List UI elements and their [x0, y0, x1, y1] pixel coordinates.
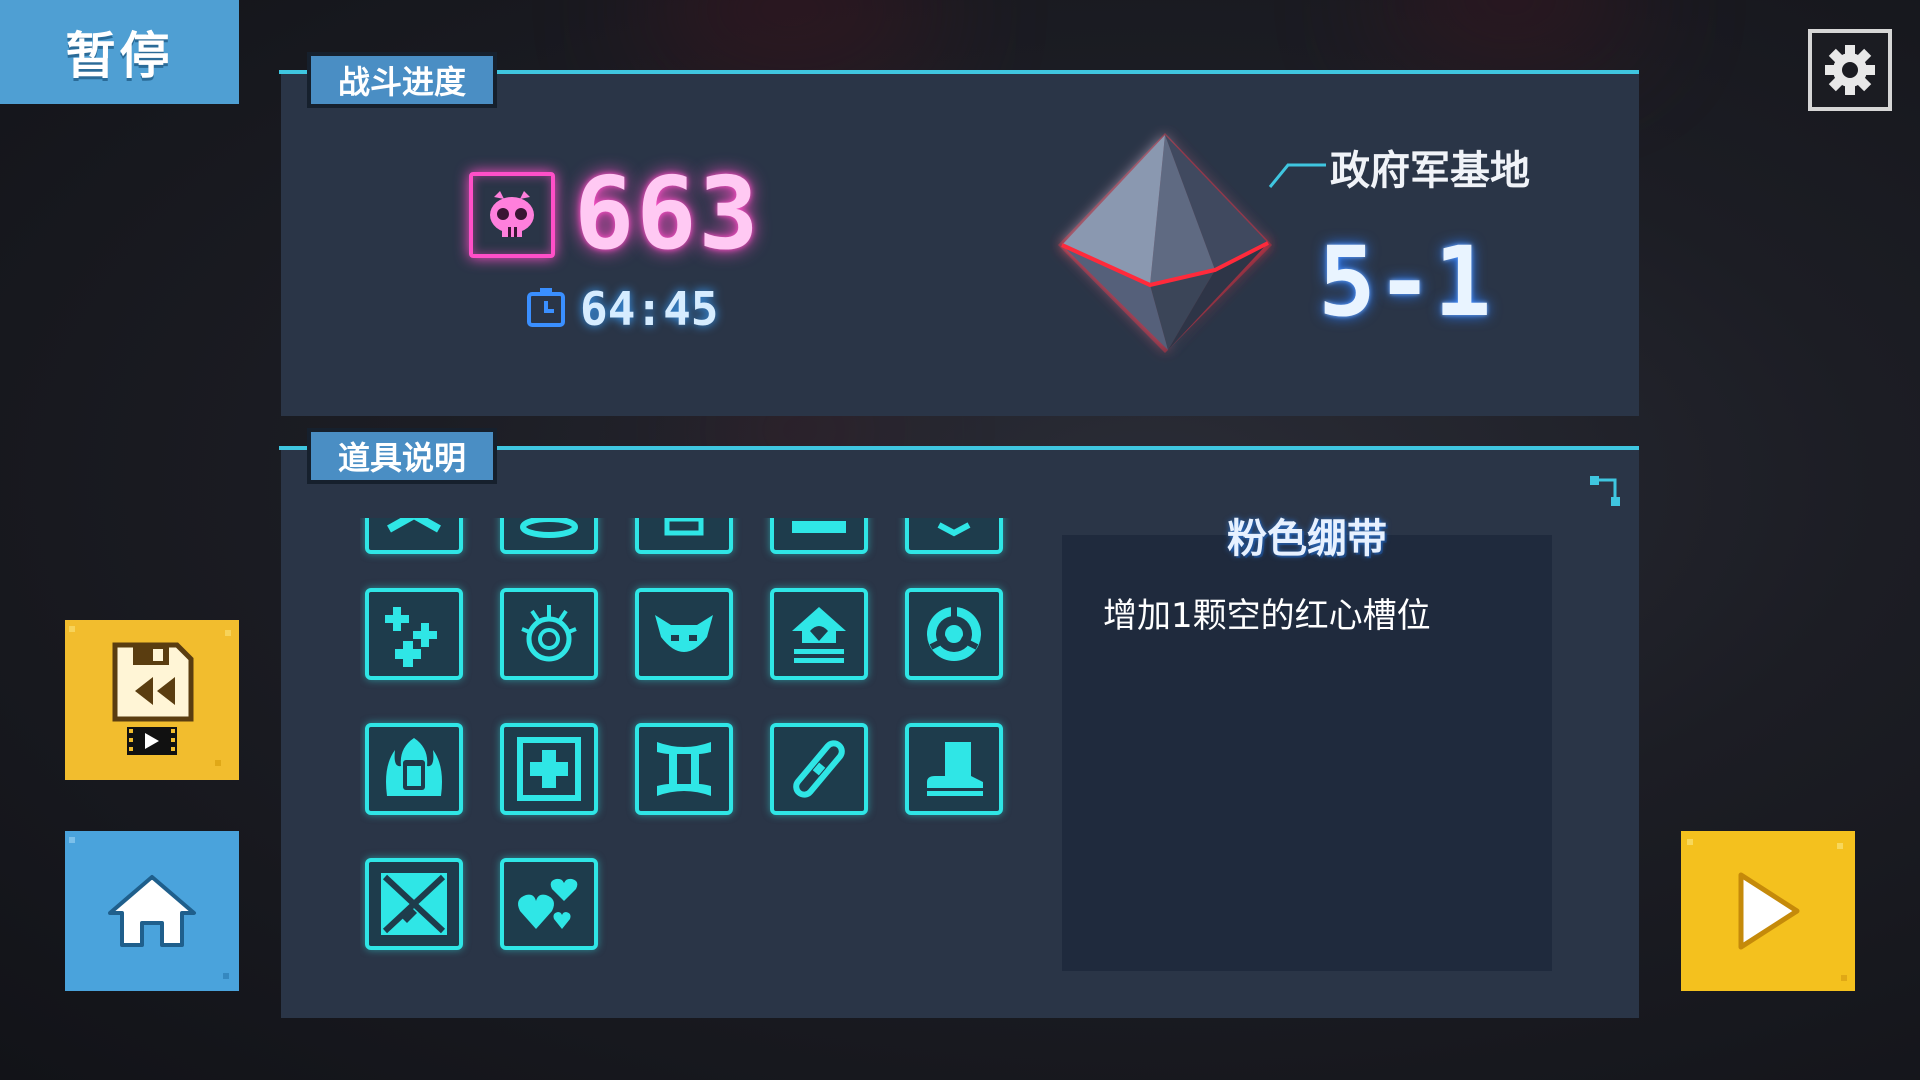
kill-count: 663: [574, 155, 761, 272]
item-grid: [360, 518, 1020, 958]
item-slot-horned-mask[interactable]: [635, 588, 733, 680]
battle-progress-tab: 战斗进度: [307, 52, 497, 108]
item-slot-flaming-jar[interactable]: [365, 723, 463, 815]
plus-cluster-icon: [385, 607, 437, 667]
item-slot-house-shield[interactable]: [770, 588, 868, 680]
replay-save-button[interactable]: [65, 620, 239, 780]
location-pointer: [1268, 163, 1326, 188]
save-replay-icon: [112, 642, 194, 755]
item-slot-partial-3[interactable]: [635, 518, 733, 554]
battle-progress-title: 战斗进度: [337, 63, 466, 101]
house-shield-icon: [792, 607, 846, 663]
boot-icon: [927, 742, 983, 796]
selected-item-description: 增加1颗空的红心槽位: [1103, 596, 1431, 636]
partial-item-4-icon: [792, 521, 846, 533]
item-slot-partial-2[interactable]: [500, 518, 598, 554]
location-name: 政府军基地: [1330, 148, 1530, 194]
speckle: [1687, 839, 1693, 845]
settings-button[interactable]: [1808, 29, 1892, 111]
ring-target-icon: [927, 607, 981, 661]
speckle: [69, 837, 75, 843]
pause-label: 暂停: [65, 27, 174, 85]
panel-accent: [279, 446, 307, 450]
skull-target-icon: [469, 172, 555, 258]
bg-glow: [640, 0, 940, 80]
item-slot-partial-5[interactable]: [905, 518, 1003, 554]
speckle: [69, 626, 75, 632]
pause-tab: 暂停: [0, 0, 239, 104]
item-slot-pink-bandage[interactable]: [770, 723, 868, 815]
speckle: [223, 973, 229, 979]
speckle: [215, 760, 221, 766]
partial-item-3-icon: [664, 518, 704, 536]
items-title: 道具说明: [337, 439, 466, 477]
flaming-jar-icon: [386, 738, 442, 796]
item-slot-boot[interactable]: [905, 723, 1003, 815]
gear-icon: [1825, 45, 1875, 95]
item-slot-partial-4[interactable]: [770, 518, 868, 554]
expand-icon[interactable]: [1588, 474, 1622, 508]
item-slot-partial-1[interactable]: [365, 518, 463, 554]
panel-accent: [279, 70, 307, 74]
play-icon: [1738, 872, 1800, 950]
speckle: [1837, 843, 1843, 849]
bg-glow: [1380, 0, 1640, 60]
items-tab: 道具说明: [307, 428, 497, 484]
partial-item-2-icon: [520, 518, 578, 538]
timer-icon: [527, 288, 565, 327]
battle-timer: 64:45: [580, 282, 719, 336]
item-slot-crossed-blades[interactable]: [365, 858, 463, 950]
item-slot-plus-cluster[interactable]: [365, 588, 463, 680]
medkit-cross-icon: [517, 737, 581, 801]
resume-play-button[interactable]: [1681, 831, 1855, 991]
crossed-blades-icon: [381, 873, 447, 935]
pink-bandage-icon: [793, 740, 845, 798]
crystal-base-icon: [1058, 133, 1272, 353]
hearts-icon: [518, 878, 578, 929]
gemini-pillar-icon: [657, 742, 711, 796]
horned-mask-icon: [655, 615, 713, 652]
speckle: [225, 630, 231, 636]
home-button[interactable]: [65, 831, 239, 991]
item-slot-hearts[interactable]: [500, 858, 598, 950]
item-slot-ring-target[interactable]: [905, 588, 1003, 680]
item-slot-spiked-target[interactable]: [500, 588, 598, 680]
partial-item-1-icon: [387, 518, 441, 533]
home-icon: [108, 875, 196, 947]
item-slot-medkit[interactable]: [500, 723, 598, 815]
spiked-target-icon: [521, 605, 577, 662]
partial-item-5-icon: [937, 522, 971, 537]
stage-number: 5-1: [1318, 226, 1492, 338]
item-slot-gemini[interactable]: [635, 723, 733, 815]
speckle: [1841, 975, 1847, 981]
selected-item-name: 粉色绷带: [1227, 516, 1387, 562]
